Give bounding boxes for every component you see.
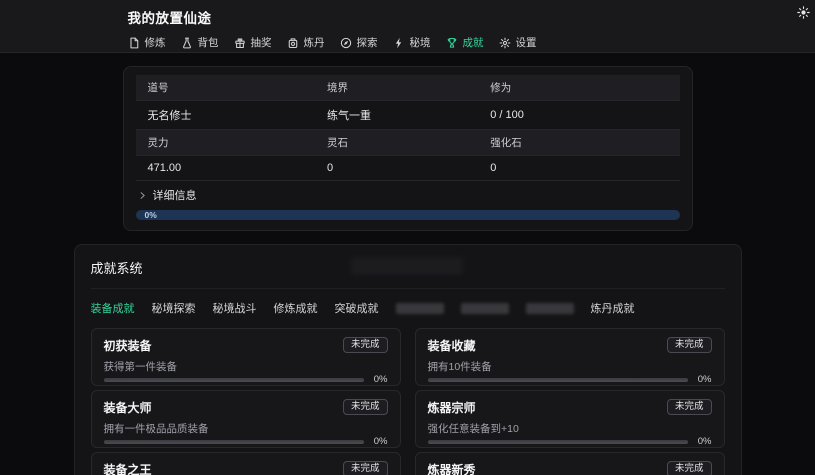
achievement-progress-bar bbox=[104, 378, 364, 382]
col-header-enhance-stone: 强化石 bbox=[478, 130, 679, 156]
nav-tab-label: 秘境 bbox=[410, 35, 431, 50]
achievement-desc: 拥有10件装备 bbox=[428, 359, 712, 374]
theme-toggle-button[interactable] bbox=[797, 6, 810, 19]
achievement-progress-bar bbox=[428, 440, 688, 444]
tab-redacted-2[interactable] bbox=[461, 303, 509, 314]
tab-cultivation-achievements[interactable]: 修炼成就 bbox=[274, 300, 318, 316]
achievement-title: 装备之王 bbox=[104, 461, 152, 475]
nav-tab-secret-realm[interactable]: 秘境 bbox=[393, 35, 431, 50]
nav-tab-label: 炼丹 bbox=[304, 35, 325, 50]
tab-redacted-1[interactable] bbox=[396, 303, 444, 314]
achievement-progress-bar bbox=[428, 378, 688, 382]
nav-tab-label: 背包 bbox=[198, 35, 219, 50]
spirit-power-value: 471.00 bbox=[136, 156, 316, 181]
nav-tab-lottery[interactable]: 抽奖 bbox=[234, 35, 272, 50]
nav-tab-explore[interactable]: 探索 bbox=[340, 35, 378, 50]
status-badge: 未完成 bbox=[343, 461, 388, 475]
blurred-watermark bbox=[351, 257, 463, 275]
cultivation-progress-bar: 0% bbox=[136, 210, 680, 220]
achievement-title: 装备收藏 bbox=[428, 337, 476, 354]
gear-icon bbox=[499, 37, 511, 49]
status-badge: 未完成 bbox=[667, 461, 712, 475]
status-badge: 未完成 bbox=[343, 399, 388, 415]
dao-name-value: 无名修士 bbox=[136, 101, 316, 130]
achievement-progress-label: 0% bbox=[372, 374, 388, 385]
achievement-title: 装备大师 bbox=[104, 399, 152, 416]
flask-icon bbox=[181, 37, 193, 49]
lightning-icon bbox=[393, 37, 405, 49]
achievement-progress-label: 0% bbox=[696, 374, 712, 385]
achievements-panel: 成就系统 装备成就 秘境探索 秘境战斗 修炼成就 突破成就 炼丹成就 初获装备 … bbox=[74, 244, 742, 475]
tab-alchemy-achievements[interactable]: 炼丹成就 bbox=[591, 300, 635, 316]
nav-tab-label: 修炼 bbox=[145, 35, 166, 50]
achievement-card: 装备收藏 未完成 拥有10件装备 0% bbox=[415, 328, 725, 386]
nav-tab-label: 成就 bbox=[463, 35, 484, 50]
details-expander-label: 详细信息 bbox=[153, 187, 197, 203]
chevron-right-icon bbox=[138, 191, 147, 200]
achievement-desc: 强化任意装备到+10 bbox=[428, 421, 712, 436]
cultivation-value: 0 / 100 bbox=[478, 101, 679, 130]
col-header-realm: 境界 bbox=[315, 75, 478, 101]
col-header-spirit-stone: 灵石 bbox=[315, 130, 478, 156]
nav-tab-settings[interactable]: 设置 bbox=[499, 35, 537, 50]
achievement-progress-bar bbox=[104, 440, 364, 444]
nav-tab-label: 抽奖 bbox=[251, 35, 272, 50]
nav-tab-cultivation[interactable]: 修炼 bbox=[128, 35, 166, 50]
status-badge: 未完成 bbox=[343, 337, 388, 353]
tab-realm-combat[interactable]: 秘境战斗 bbox=[213, 300, 257, 316]
achievement-cards-grid: 初获装备 未完成 获得第一件装备 0% 装备收藏 未完成 拥有10件装备 0% … bbox=[91, 328, 725, 475]
tab-equipment-achievements[interactable]: 装备成就 bbox=[91, 300, 135, 316]
achievement-progress-label: 0% bbox=[372, 436, 388, 447]
character-stats-table: 道号 境界 修为 无名修士 练气一重 0 / 100 灵力 灵石 强化石 471… bbox=[136, 75, 680, 181]
achievement-desc: 获得第一件装备 bbox=[104, 359, 388, 374]
achievement-progress-label: 0% bbox=[696, 436, 712, 447]
sun-icon bbox=[797, 6, 810, 23]
nav-tab-achievements[interactable]: 成就 bbox=[446, 35, 484, 50]
character-stats-panel: 道号 境界 修为 无名修士 练气一重 0 / 100 灵力 灵石 强化石 471… bbox=[123, 66, 693, 231]
trophy-icon bbox=[446, 37, 458, 49]
tab-redacted-3[interactable] bbox=[526, 303, 574, 314]
achievement-desc: 拥有一件极品品质装备 bbox=[104, 421, 388, 436]
app-title: 我的放置仙途 bbox=[128, 7, 688, 27]
tab-realm-explore[interactable]: 秘境探索 bbox=[152, 300, 196, 316]
achievement-category-tabs: 装备成就 秘境探索 秘境战斗 修炼成就 突破成就 炼丹成就 bbox=[91, 300, 725, 316]
col-header-cultivation: 修为 bbox=[478, 75, 679, 101]
achievement-card: 装备大师 未完成 拥有一件极品品质装备 0% bbox=[91, 390, 401, 448]
document-icon bbox=[128, 37, 140, 49]
enhance-stone-value: 0 bbox=[478, 156, 679, 181]
furnace-icon bbox=[287, 37, 299, 49]
col-header-dao-name: 道号 bbox=[136, 75, 316, 101]
main-nav: 修炼 背包 抽奖 炼丹 探索 秘境 bbox=[128, 35, 688, 50]
realm-value: 练气一重 bbox=[315, 101, 478, 130]
compass-icon bbox=[340, 37, 352, 49]
achievement-title: 炼器新秀 bbox=[428, 461, 476, 475]
col-header-spirit-power: 灵力 bbox=[136, 130, 316, 156]
nav-tab-label: 设置 bbox=[516, 35, 537, 50]
achievement-card: 炼器宗师 未完成 强化任意装备到+10 0% bbox=[415, 390, 725, 448]
cultivation-progress-label: 0% bbox=[145, 210, 157, 220]
gift-icon bbox=[234, 37, 246, 49]
details-expander[interactable]: 详细信息 bbox=[136, 181, 680, 207]
tab-breakthrough-achievements[interactable]: 突破成就 bbox=[335, 300, 379, 316]
spirit-stone-value: 0 bbox=[315, 156, 478, 181]
achievement-card: 装备之王 未完成 拥有一套完整的极品装备 0% bbox=[91, 452, 401, 475]
achievement-title: 初获装备 bbox=[104, 337, 152, 354]
nav-tab-inventory[interactable]: 背包 bbox=[181, 35, 219, 50]
achievement-title: 炼器宗师 bbox=[428, 399, 476, 416]
app-header: 我的放置仙途 修炼 背包 抽奖 炼丹 探索 bbox=[0, 0, 815, 53]
nav-tab-label: 探索 bbox=[357, 35, 378, 50]
status-badge: 未完成 bbox=[667, 399, 712, 415]
status-badge: 未完成 bbox=[667, 337, 712, 353]
nav-tab-alchemy[interactable]: 炼丹 bbox=[287, 35, 325, 50]
achievement-card: 炼器新秀 未完成 初次强化装备 0% bbox=[415, 452, 725, 475]
achievement-card: 初获装备 未完成 获得第一件装备 0% bbox=[91, 328, 401, 386]
